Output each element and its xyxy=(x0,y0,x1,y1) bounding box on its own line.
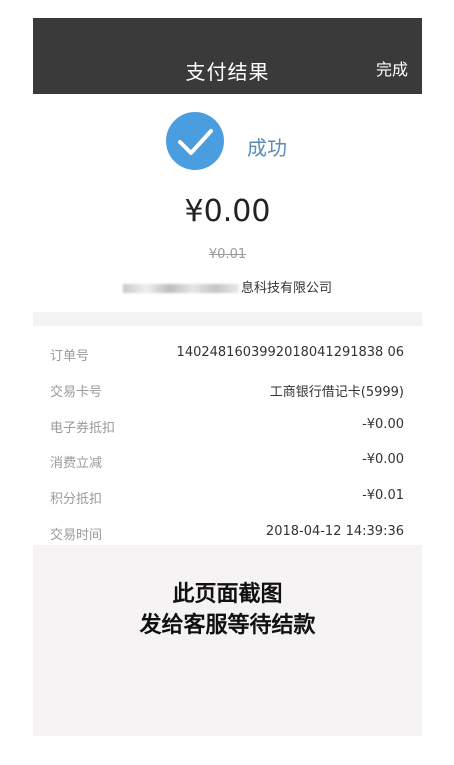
detail-row-card: 交易卡号 工商银行借记卡(5999) xyxy=(33,372,422,408)
detail-row-discount: 消费立减 -¥0.00 xyxy=(33,443,422,479)
detail-label: 交易时间 xyxy=(50,527,103,543)
detail-row-order-number: 订单号 1402481603992018041291838 06 xyxy=(33,336,422,372)
detail-value: 工商银行借记卡(5999) xyxy=(269,384,404,400)
merchant-name: 息科技有限公司 xyxy=(33,277,422,296)
section-divider xyxy=(33,312,422,326)
status-text: 成功 xyxy=(247,136,287,160)
detail-label: 电子券抵扣 xyxy=(50,420,116,436)
original-amount: ¥0.01 xyxy=(208,247,247,262)
detail-value: -¥0.00 xyxy=(362,416,404,432)
result-summary: 成功 ¥0.00 ¥0.01 息科技有限公司 xyxy=(33,94,422,328)
instruction-line-1: 此页面截图 xyxy=(172,582,283,607)
transaction-details: 订单号 1402481603992018041291838 06 交易卡号 工商… xyxy=(33,336,422,551)
detail-value: -¥0.01 xyxy=(362,488,404,504)
merchant-name-visible: 息科技有限公司 xyxy=(240,281,332,296)
payment-result-screen: 支付结果 完成 成功 ¥0.00 ¥0.01 息科技有限公司 订单号 14024… xyxy=(33,18,422,736)
checkmark-circle-icon xyxy=(166,112,224,170)
paid-amount: ¥0.00 xyxy=(184,194,271,229)
detail-value: -¥0.00 xyxy=(362,452,404,468)
instruction-line-2: 发给客服等待结款 xyxy=(139,613,316,638)
detail-label: 交易卡号 xyxy=(50,384,103,400)
detail-label: 消费立减 xyxy=(50,456,103,472)
detail-value: 1402481603992018041291838 06 xyxy=(176,345,404,360)
detail-label: 积分抵扣 xyxy=(50,492,103,508)
detail-row-coupon: 电子券抵扣 -¥0.00 xyxy=(33,408,422,444)
detail-row-points: 积分抵扣 -¥0.01 xyxy=(33,479,422,515)
detail-label: 订单号 xyxy=(50,349,90,364)
merchant-name-redacted xyxy=(122,284,239,293)
navigation-bar: 支付结果 完成 xyxy=(33,18,422,94)
detail-value: 2018-04-12 14:39:36 xyxy=(265,523,404,539)
instruction-area: 此页面截图 发给客服等待结款 xyxy=(33,545,422,736)
page-title: 支付结果 xyxy=(185,60,270,84)
instruction-text: 此页面截图 发给客服等待结款 xyxy=(33,579,422,641)
done-button[interactable]: 完成 xyxy=(376,56,408,80)
